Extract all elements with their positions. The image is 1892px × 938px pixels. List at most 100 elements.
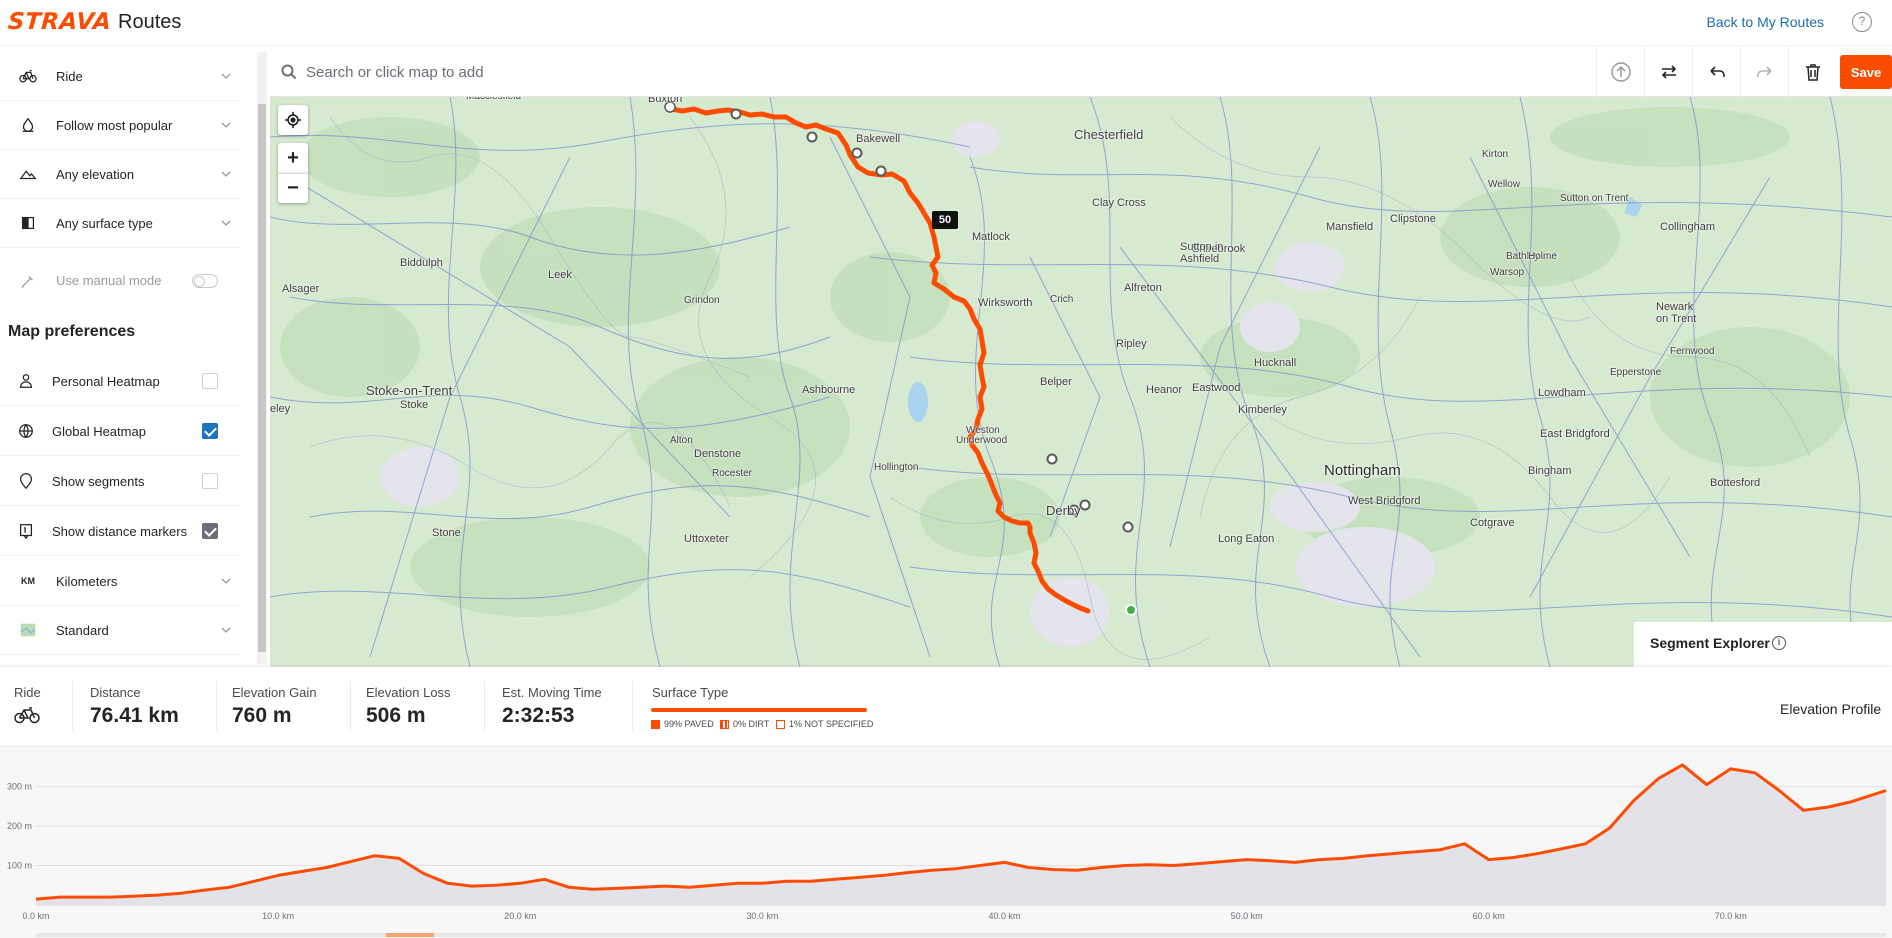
town-label-ashbourne: Ashbourne	[802, 384, 856, 396]
routing-preference-label: Follow most popular	[56, 117, 173, 133]
stat-divider	[72, 681, 73, 731]
stat-divider	[216, 681, 217, 731]
segment-icon	[0, 472, 52, 490]
town-label-ashfield: Ashfield	[1180, 253, 1220, 265]
elevation-chart-svg: 100 m 200 m 300 m 0.0 km 10.0 km 20.0 km 30.0 …	[7, 763, 1887, 937]
redo-button[interactable]	[1740, 47, 1788, 97]
personal-heatmap-checkbox[interactable]	[202, 373, 218, 389]
elevation-loss-stat: Elevation Loss 506 m	[366, 685, 451, 728]
chevron-down-icon	[212, 623, 240, 637]
town-label-biddulph: Biddulph	[400, 257, 443, 269]
routing-preference-dropdown[interactable]: Follow most popular	[0, 101, 240, 150]
stat-divider	[350, 681, 351, 731]
units-dropdown[interactable]: KM Kilometers	[0, 557, 240, 606]
town-label-rocester: Rocester	[712, 468, 753, 479]
x-tick-label: 20.0 km	[504, 911, 536, 921]
sport-type-dropdown[interactable]: Ride	[0, 52, 240, 101]
show-distance-markers-checkbox[interactable]	[202, 523, 218, 539]
global-heatmap-option[interactable]: Global Heatmap	[0, 407, 240, 456]
elevation-dropdown[interactable]: Any elevation	[0, 150, 240, 199]
reverse-route-button[interactable]	[1644, 47, 1692, 97]
town-label-buxton: Buxton	[648, 97, 683, 105]
global-heatmap-checkbox[interactable]	[202, 423, 218, 439]
dirt-legend-text: 0% DIRT	[733, 719, 770, 729]
surface-legend-not-specified: 1% NOT SPECIFIED	[776, 719, 873, 729]
town-label-uttoxeter: Uttoxeter	[684, 533, 729, 545]
upload-icon	[1610, 62, 1631, 82]
map-style-dropdown[interactable]: Standard	[0, 606, 240, 655]
town-label-alfreton: Alfreton	[1124, 282, 1162, 294]
town-label-sutton-in: Sutton in	[1180, 241, 1224, 253]
undo-button[interactable]	[1692, 47, 1740, 97]
strava-logo[interactable]: STRAVA	[7, 9, 112, 35]
save-button[interactable]: Save	[1840, 55, 1892, 89]
locate-me-button[interactable]	[278, 105, 308, 135]
surface-type-label: Any surface type	[56, 215, 153, 231]
not-specified-legend-text: 1% NOT SPECIFIED	[789, 719, 874, 729]
town-label-lowdham: Lowdham	[1538, 387, 1586, 399]
surface-legend-dirt: 0% DIRT	[720, 719, 769, 729]
elevation-gain-value: 760 m	[232, 704, 292, 727]
town-label-heanor: Heanor	[1146, 384, 1183, 396]
back-to-my-routes-link[interactable]: Back to My Routes	[1707, 14, 1825, 30]
x-tick-label: 30.0 km	[746, 911, 778, 921]
town-label-bakewell: Bakewell	[856, 133, 901, 145]
town-label-leek: Leek	[548, 269, 572, 281]
zoom-out-button[interactable]: −	[278, 173, 308, 203]
trash-icon	[1805, 64, 1820, 81]
distance-stat: Distance 76.41 km	[90, 685, 179, 728]
town-label-on-trent: on Trent	[1656, 313, 1697, 325]
route-stats-bar: Ride Distance 76.41 km Elevation Gain 76…	[0, 667, 1892, 747]
sidebar-scrollbar-thumb[interactable]	[258, 104, 266, 652]
segment-explorer-title: Segment Explorer	[1650, 635, 1770, 651]
show-distance-markers-option[interactable]: Show distance markers	[0, 507, 240, 556]
town-label-warsop: Warsop	[1490, 267, 1525, 278]
y-tick-label: 300 m	[7, 782, 32, 792]
town-label-stoke-on-trent: Stoke-on-Trent	[366, 383, 453, 398]
town-label-mansfield: Mansfield	[1326, 221, 1374, 233]
chevron-down-icon	[212, 216, 240, 230]
town-label-denstone: Denstone	[694, 448, 742, 460]
x-tick-label: 60.0 km	[1473, 911, 1505, 921]
town-label-kimberley: Kimberley	[1238, 404, 1287, 416]
personal-heatmap-option[interactable]: Personal Heatmap	[0, 357, 240, 406]
top-bar: STRAVA Routes Back to My Routes ?	[0, 0, 1892, 46]
x-tick-label: 10.0 km	[262, 911, 294, 921]
surface-type-dropdown[interactable]: Any surface type	[0, 199, 240, 248]
town-label-nottingham: Nottingham	[1324, 462, 1401, 479]
map-style-label: Standard	[56, 622, 109, 638]
map-canvas[interactable]: ChesterfieldMacclesfieldBuxtonBakewellSh…	[270, 97, 1892, 667]
search-input[interactable]	[306, 57, 1306, 87]
town-label-east-bridgford: East Bridgford	[1540, 428, 1610, 440]
town-label-eastwood: Eastwood	[1192, 382, 1241, 394]
reverse-icon	[1661, 65, 1676, 79]
personal-heatmap-label: Personal Heatmap	[52, 373, 160, 389]
manual-mode-toggle[interactable]	[192, 273, 218, 288]
y-tick-label: 100 m	[7, 861, 32, 871]
segment-explorer-panel[interactable]: Segment Explorer i	[1634, 622, 1892, 667]
undo-icon	[1709, 66, 1725, 77]
town-label-newark: Newark	[1656, 301, 1694, 313]
popularity-icon	[0, 116, 56, 134]
clear-route-button[interactable]	[1788, 47, 1836, 97]
zoom-in-button[interactable]: +	[278, 143, 308, 173]
town-label-bottesford: Bottesford	[1710, 477, 1761, 489]
elevation-gain-stat: Elevation Gain 760 m	[232, 685, 317, 728]
units-label: Kilometers	[56, 573, 118, 589]
elevation-profile-chart[interactable]: 100 m 200 m 300 m 0.0 km 10.0 km 20.0 km 30.0 …	[0, 747, 1892, 938]
show-segments-checkbox[interactable]	[202, 473, 218, 489]
page-title: Routes	[118, 11, 182, 33]
info-icon[interactable]: i	[1772, 636, 1786, 650]
help-icon[interactable]: ?	[1852, 12, 1872, 32]
town-label-alton: Alton	[670, 435, 693, 446]
x-tick-label: 70.0 km	[1715, 911, 1747, 921]
elevation-profile-toggle[interactable]: Elevation Profile	[1780, 701, 1892, 717]
show-segments-option[interactable]: Show segments	[0, 457, 240, 506]
x-tick-label: 40.0 km	[988, 911, 1020, 921]
upload-button[interactable]	[1596, 47, 1644, 97]
chevron-down-icon	[212, 167, 240, 181]
paved-swatch	[651, 719, 660, 729]
sport-type-label: Ride	[56, 68, 83, 84]
stat-divider	[632, 681, 633, 731]
town-label-hollington: Hollington	[874, 462, 919, 473]
